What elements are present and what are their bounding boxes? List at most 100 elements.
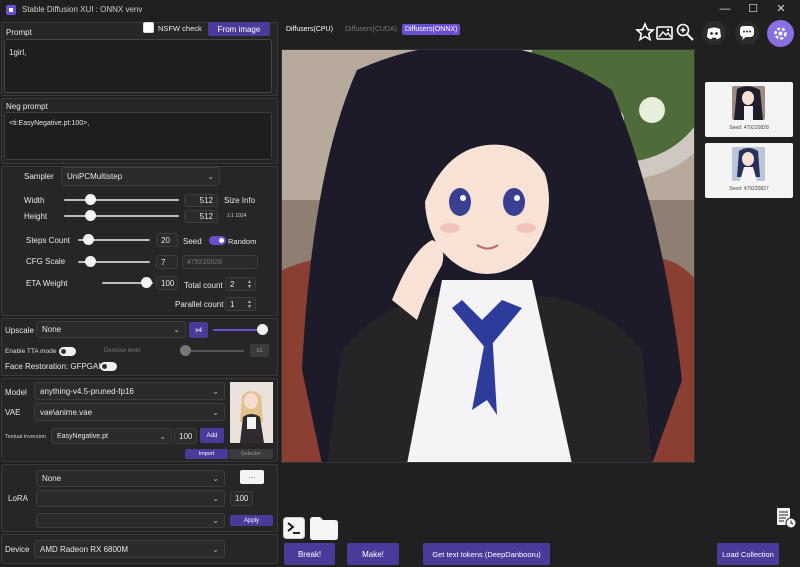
- eta-slider[interactable]: [102, 276, 153, 290]
- device-select[interactable]: AMD Radeon RX 6800M ⌄: [34, 540, 225, 558]
- history-item[interactable]: Seed: 479220828: [705, 82, 793, 137]
- parallel-count-value: 1: [230, 299, 235, 309]
- cfg-value[interactable]: 7: [156, 255, 178, 269]
- tab-diffusers-onnx[interactable]: Diffusers(ONNX): [402, 24, 461, 35]
- settings-icon[interactable]: [767, 20, 794, 47]
- eta-label: ETA Weight: [26, 279, 68, 288]
- random-seed-toggle[interactable]: [209, 236, 226, 245]
- history-thumbnail-art: [732, 86, 765, 120]
- size-info-label: Size Info: [224, 196, 256, 205]
- height-value[interactable]: 512: [184, 210, 218, 223]
- model-value: anything-v4.5-pruned-fp16: [40, 386, 134, 396]
- zoom-icon[interactable]: [675, 22, 695, 42]
- model-select[interactable]: anything-v4.5-pruned-fp16 ⌄: [34, 382, 225, 400]
- generated-image-art: [282, 50, 694, 462]
- upscale-factor-button[interactable]: x4: [189, 322, 208, 338]
- total-count-input[interactable]: 2 ▲ ▼: [225, 277, 256, 291]
- chat-icon[interactable]: [735, 21, 759, 45]
- lora-select-2[interactable]: ⌄: [36, 490, 225, 507]
- minimize-button[interactable]: —: [710, 0, 740, 20]
- chevron-down-icon: ⌄: [159, 431, 166, 441]
- chevron-down-icon: ⌄: [173, 325, 180, 334]
- seed-label: Seed: [183, 237, 202, 246]
- sampler-select[interactable]: UniPCMultistep ⌄: [61, 167, 220, 186]
- lora-apply-button[interactable]: Apply: [230, 515, 273, 526]
- ti-weight[interactable]: 100: [174, 428, 197, 444]
- generated-image: [281, 49, 695, 463]
- spin-arrows-icon[interactable]: ▲ ▼: [247, 280, 252, 290]
- upscale-slider[interactable]: [213, 323, 270, 337]
- discord-icon[interactable]: [702, 21, 726, 45]
- history-thumbnail-art: [732, 147, 765, 181]
- size-info-value: 1:1 1024: [227, 213, 247, 219]
- device-label: Device: [5, 545, 30, 554]
- from-image-button[interactable]: From image: [208, 22, 270, 36]
- steps-label: Steps Count: [26, 236, 71, 245]
- spin-arrows-icon[interactable]: ▲ ▼: [247, 300, 252, 310]
- total-count-value: 2: [230, 279, 235, 289]
- log-icon[interactable]: [775, 506, 797, 530]
- ti-value: EasyNegative.pt: [57, 432, 108, 440]
- textual-inversion-label: Textual inversion: [5, 434, 46, 440]
- history-seed: Seed: 479220827: [729, 186, 769, 192]
- tab-diffusers-cpu[interactable]: Diffusers(CPU): [283, 24, 336, 35]
- upscale-select[interactable]: None ⌄: [36, 321, 186, 338]
- height-slider[interactable]: [64, 209, 179, 223]
- ti-select[interactable]: EasyNegative.pt ⌄: [51, 428, 172, 444]
- cfg-slider[interactable]: [78, 255, 150, 269]
- close-button[interactable]: ✕: [766, 0, 796, 20]
- prompt-input[interactable]: 1girl,: [4, 39, 272, 93]
- ti-import-tab[interactable]: Import: [185, 449, 228, 459]
- eta-value[interactable]: 100: [156, 276, 178, 290]
- history-item[interactable]: Seed: 479220827: [705, 143, 793, 198]
- width-slider[interactable]: [64, 193, 179, 207]
- folder-icon[interactable]: [309, 515, 339, 541]
- lora-weight[interactable]: 100: [230, 491, 253, 506]
- denoise-label: Denoise level: [104, 348, 141, 354]
- seed-input[interactable]: 479220828: [182, 255, 258, 269]
- neg-prompt-label: Neg prompt: [6, 102, 48, 111]
- get-text-tokens-button[interactable]: Get text tokens (DeepDanbooru): [423, 543, 550, 565]
- cfg-label: CFG Scale: [26, 257, 66, 266]
- make-button[interactable]: Make!: [347, 543, 399, 565]
- chevron-down-icon: ⌄: [212, 407, 219, 417]
- parallel-count-label: Parallel count: [175, 300, 224, 309]
- maximize-button[interactable]: ☐: [738, 0, 768, 20]
- image-icon[interactable]: [655, 22, 675, 42]
- chevron-down-icon: ⌄: [207, 172, 214, 181]
- lora-more-button[interactable]: ....: [240, 470, 264, 484]
- model-preview-image: [230, 382, 273, 443]
- parallel-count-input[interactable]: 1 ▲ ▼: [225, 297, 256, 311]
- history-thumbnail: [732, 86, 765, 120]
- tta-label: Enable TTA mode: [5, 348, 57, 355]
- load-collection-button[interactable]: Load Collection: [717, 543, 779, 565]
- vae-select[interactable]: vae\anime.vae ⌄: [34, 403, 225, 421]
- neg-prompt-input[interactable]: <ti:EasyNegative.pt:100>,: [4, 112, 272, 160]
- chevron-down-icon: ⌄: [212, 516, 219, 525]
- nsfw-checkbox[interactable]: [143, 22, 154, 33]
- vae-label: VAE: [5, 408, 21, 417]
- denoise-slider[interactable]: [180, 344, 246, 358]
- face-restoration-toggle[interactable]: [100, 362, 117, 371]
- steps-slider[interactable]: [78, 233, 150, 247]
- break-button[interactable]: Break!: [284, 543, 335, 565]
- vae-value: vae\anime.vae: [40, 407, 93, 417]
- lora-select-3[interactable]: ⌄: [36, 513, 225, 528]
- upscale-value: None: [42, 325, 62, 334]
- steps-value[interactable]: 20: [156, 233, 178, 247]
- ti-add-button[interactable]: Add: [200, 428, 224, 443]
- star-icon[interactable]: [635, 22, 655, 42]
- tta-toggle[interactable]: [59, 347, 76, 356]
- nsfw-label: NSFW check: [158, 24, 202, 33]
- lora-select-1[interactable]: None ⌄: [36, 470, 225, 487]
- lora-label: LoRA: [8, 494, 29, 503]
- window-title: Stable Diffusion XUI : ONNX venv: [22, 5, 143, 14]
- tab-diffusers-cuda[interactable]: Diffusers(CUDA): [342, 24, 400, 35]
- history-seed: Seed: 479220828: [729, 125, 769, 131]
- ti-selector-tab[interactable]: Selector: [229, 449, 273, 459]
- denoise-button[interactable]: x1: [250, 344, 269, 357]
- height-label: Height: [24, 212, 48, 221]
- width-value[interactable]: 512: [184, 194, 218, 207]
- terminal-icon[interactable]: [283, 517, 305, 539]
- sampler-value: UniPCMultistep: [67, 172, 123, 181]
